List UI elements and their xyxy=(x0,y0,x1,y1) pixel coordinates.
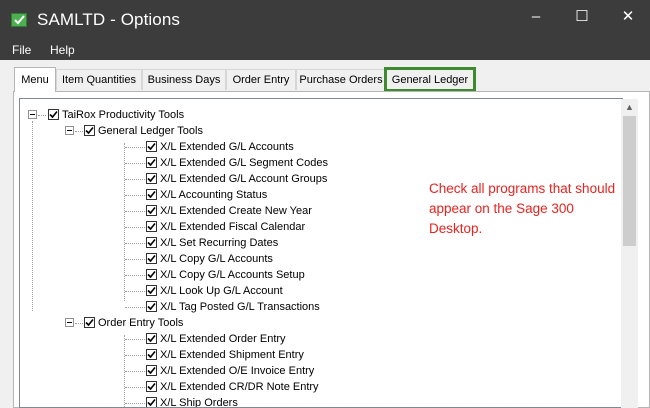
tree-line xyxy=(125,355,145,357)
tree-line xyxy=(125,387,145,389)
tree-item-label: X/L Extended CR/DR Note Entry xyxy=(160,381,319,393)
menu-bar: File Help xyxy=(0,40,650,60)
tree-item-label: X/L Copy G/L Accounts xyxy=(160,253,273,265)
tree-line xyxy=(125,275,145,277)
checkbox-general-ledger-tools[interactable] xyxy=(84,125,95,136)
instruction-annotation: Check all programs that should appear on… xyxy=(429,181,616,236)
checkbox-item[interactable] xyxy=(146,157,157,168)
checkbox-root[interactable] xyxy=(48,109,59,120)
tree-item-label: X/L Copy G/L Accounts Setup xyxy=(160,269,305,281)
tab-business-days[interactable]: Business Days xyxy=(142,69,226,90)
close-button[interactable]: ✕ xyxy=(605,0,650,34)
checkbox-item[interactable] xyxy=(146,141,157,152)
checkbox-item[interactable] xyxy=(146,221,157,232)
checkbox-item[interactable] xyxy=(146,285,157,296)
maximize-button[interactable]: ☐ xyxy=(559,0,605,34)
tree-line xyxy=(125,339,145,341)
scroll-thumb[interactable] xyxy=(623,116,636,246)
tree-group-label: Order Entry Tools xyxy=(98,317,184,329)
window-title: SAMLTD - Options xyxy=(37,10,180,29)
tree-line xyxy=(125,147,145,149)
checkbox-item[interactable] xyxy=(146,301,157,312)
minimize-button[interactable]: – xyxy=(513,0,559,34)
checkbox-item[interactable] xyxy=(146,349,157,360)
tree-line xyxy=(125,227,145,229)
checkbox-item[interactable] xyxy=(146,237,157,248)
tree-line xyxy=(125,291,145,293)
checkbox-item[interactable] xyxy=(146,381,157,392)
tree-line xyxy=(38,115,46,117)
tree-item-label: X/L Extended O/E Invoice Entry xyxy=(160,365,315,377)
collapse-icon[interactable] xyxy=(28,110,37,119)
tree-line xyxy=(75,323,83,325)
program-tree[interactable]: TaiRox Productivity Tools General Ledger… xyxy=(19,98,623,408)
checkbox-item[interactable] xyxy=(146,269,157,280)
tree-line xyxy=(125,179,145,181)
tab-item-quantities[interactable]: Item Quantities xyxy=(56,69,142,90)
menu-file[interactable]: File xyxy=(12,43,31,57)
tree-group-label: General Ledger Tools xyxy=(98,125,203,137)
tree-line xyxy=(125,163,145,165)
tree-item-label: X/L Extended Shipment Entry xyxy=(160,349,304,361)
tree-line xyxy=(125,211,145,213)
tab-menu[interactable]: Menu xyxy=(14,67,56,92)
scroll-up-icon[interactable]: ▲ xyxy=(621,99,638,116)
tree-item-label: X/L Extended Create New Year xyxy=(160,205,312,217)
tree-item-label: X/L Extended Fiscal Calendar xyxy=(160,221,306,233)
tree-item-label: X/L Extended Order Entry xyxy=(160,333,286,345)
menu-help-label: Help xyxy=(50,43,75,57)
tree-item-label: X/L Tag Posted G/L Transactions xyxy=(160,301,320,313)
tree-line xyxy=(32,121,34,311)
tree-scrollbar[interactable]: ▲ xyxy=(621,99,638,408)
checkbox-item[interactable] xyxy=(146,333,157,344)
app-icon xyxy=(11,13,27,27)
checkbox-item[interactable] xyxy=(146,365,157,376)
tree-root-label: TaiRox Productivity Tools xyxy=(62,109,185,121)
collapse-icon[interactable] xyxy=(65,126,74,135)
checkbox-item[interactable] xyxy=(146,205,157,216)
tree-line xyxy=(125,259,145,261)
tree-line xyxy=(75,131,83,133)
tree-line xyxy=(124,143,126,301)
tree-item-label: X/L Accounting Status xyxy=(160,189,268,201)
checkbox-item[interactable] xyxy=(146,189,157,200)
checkbox-item[interactable] xyxy=(146,173,157,184)
tree-item-label: X/L Set Recurring Dates xyxy=(160,237,279,249)
tab-order-entry[interactable]: Order Entry xyxy=(226,69,296,90)
tree-line xyxy=(125,195,145,197)
tree-item-label: X/L Look Up G/L Account xyxy=(160,285,283,297)
tree-item-label: X/L Extended G/L Segment Codes xyxy=(160,157,328,169)
tab-strip: Menu Item Quantities Business Days Order… xyxy=(0,60,650,92)
tree-item-label: X/L Ship Orders xyxy=(160,397,238,408)
tab-purchase-orders[interactable]: Purchase Orders xyxy=(296,69,386,90)
tree-line xyxy=(125,307,145,309)
tab-general-ledger[interactable]: General Ledger xyxy=(384,67,476,92)
collapse-icon[interactable] xyxy=(65,318,74,327)
tree-line xyxy=(125,403,145,405)
checkbox-item[interactable] xyxy=(146,253,157,264)
checkbox-item[interactable] xyxy=(146,397,157,407)
checkbox-order-entry-tools[interactable] xyxy=(84,317,95,328)
tree-item-label: X/L Extended G/L Accounts xyxy=(160,141,294,153)
menu-help[interactable]: Help xyxy=(50,43,75,57)
tree-line xyxy=(125,243,145,245)
menu-file-label: File xyxy=(12,43,32,57)
tree-item-label: X/L Extended G/L Account Groups xyxy=(160,173,328,185)
title-bar: SAMLTD - Options – ☐ ✕ xyxy=(0,0,650,40)
tree-line xyxy=(125,371,145,373)
